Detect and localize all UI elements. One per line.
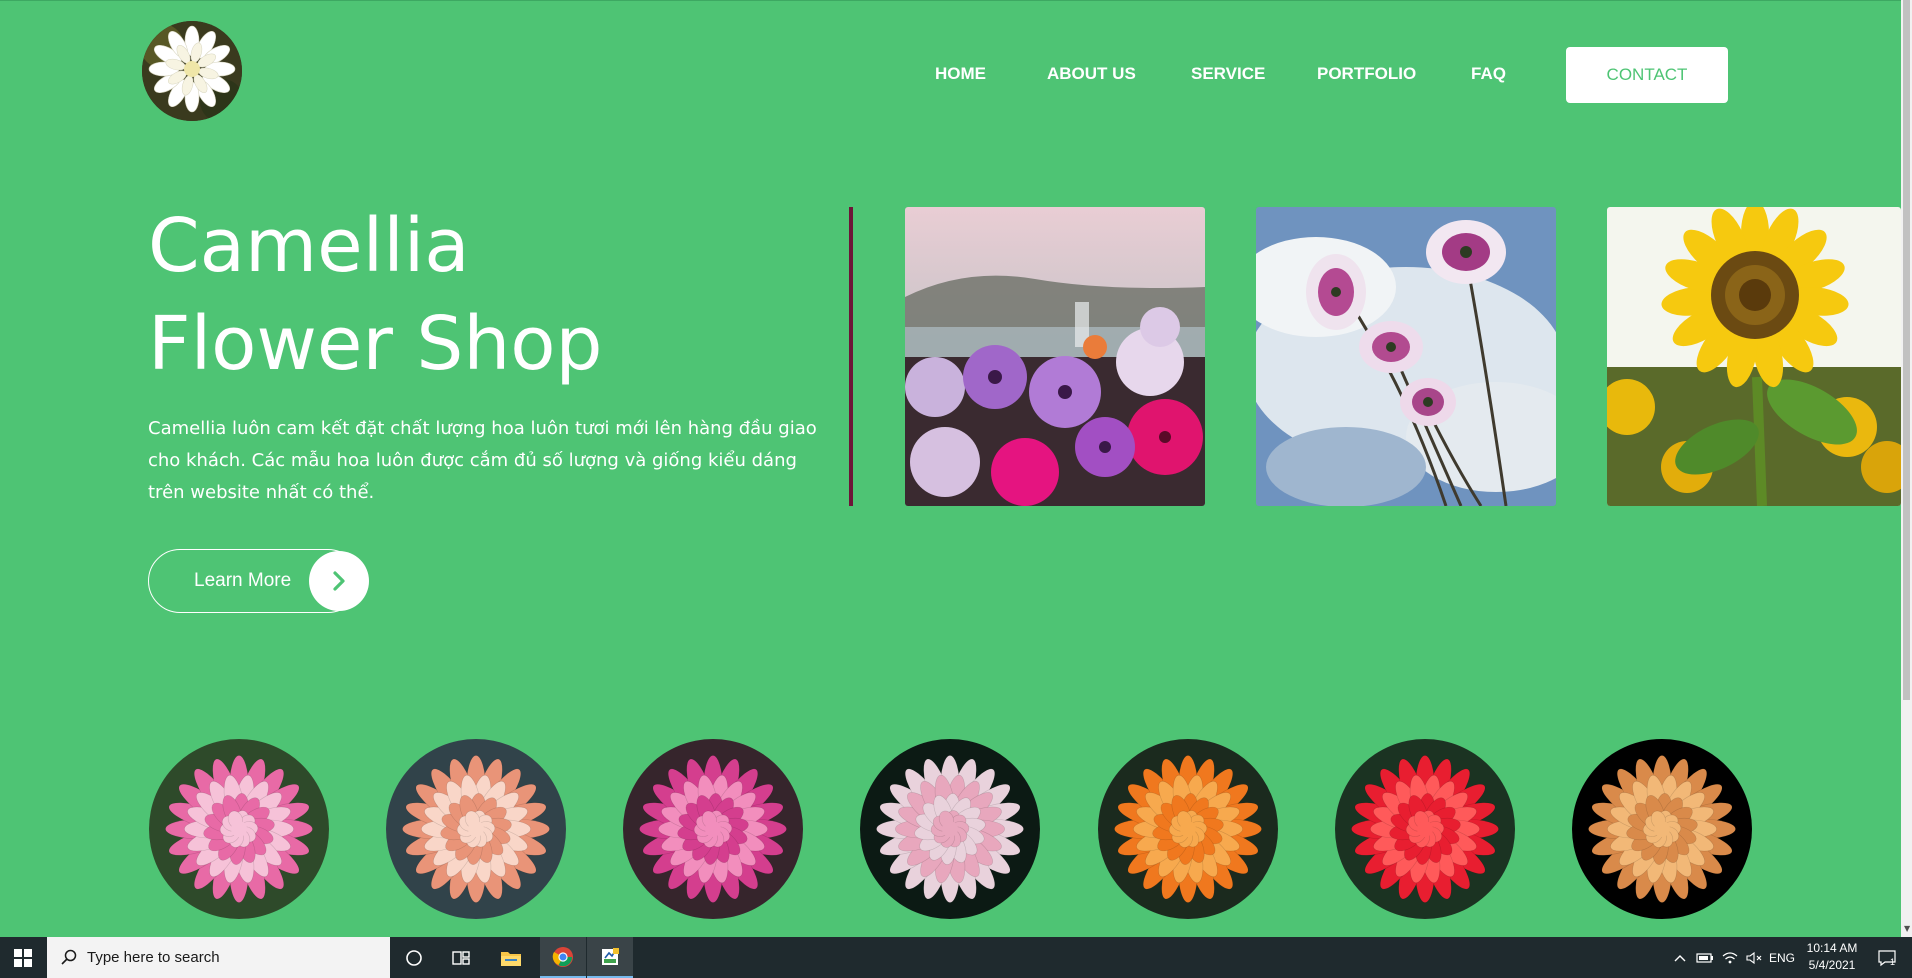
- learn-more-button[interactable]: Learn More: [148, 549, 369, 613]
- hero-description: Camellia luôn cam kết đặt chất lượng hoa…: [148, 418, 817, 503]
- circle-white-dahlia[interactable]: [860, 739, 1040, 919]
- gallery-card-cosmos[interactable]: [1256, 207, 1556, 506]
- browser-viewport: HOME ABOUT US SERVICE PORTFOLIO FAQ CONT…: [0, 0, 1901, 938]
- task-view-icon[interactable]: [439, 937, 485, 978]
- chrome-icon[interactable]: [540, 937, 586, 978]
- clock-date: 5/4/2021: [1808, 958, 1856, 972]
- language-indicator[interactable]: ENG: [1768, 937, 1796, 978]
- search-icon: [61, 949, 77, 965]
- gallery-card-petunias[interactable]: [905, 207, 1205, 506]
- volume-muted-icon[interactable]: [1744, 937, 1764, 978]
- notification-count: 1: [1890, 957, 1896, 967]
- hero-title-line-1: Camellia: [148, 203, 470, 289]
- hero-title: Camellia Flower Shop: [148, 197, 603, 393]
- learn-more-label: Learn More: [194, 570, 292, 591]
- circle-orange-dahlia[interactable]: [1098, 739, 1278, 919]
- nav-portfolio[interactable]: PORTFOLIO: [1317, 47, 1416, 101]
- notification-center-icon[interactable]: 1: [1872, 937, 1902, 978]
- taskbar-clock[interactable]: 10:14 AM 5/4/2021: [1796, 940, 1868, 974]
- search-placeholder: Type here to search: [87, 949, 220, 966]
- contact-button[interactable]: CONTACT: [1566, 47, 1728, 103]
- network-wifi-icon[interactable]: [1720, 937, 1740, 978]
- circle-pink-dahlia[interactable]: [149, 739, 329, 919]
- page-scrollbar[interactable]: ▼: [1901, 0, 1912, 937]
- circle-peach-dahlia[interactable]: [1572, 739, 1752, 919]
- clock-time: 10:14 AM: [1806, 941, 1858, 955]
- gallery-card-partial: [849, 207, 853, 506]
- nav-about-us[interactable]: ABOUT US: [1047, 47, 1136, 101]
- taskbar-search-box[interactable]: Type here to search: [47, 937, 390, 978]
- circle-red-dahlia[interactable]: [1335, 739, 1515, 919]
- battery-icon[interactable]: [1695, 937, 1715, 978]
- scrollbar-thumb[interactable]: [1903, 0, 1910, 700]
- circle-plumeria[interactable]: [386, 739, 566, 919]
- chevron-right-icon: [309, 551, 369, 611]
- windows-start-icon[interactable]: [0, 937, 46, 978]
- shop-logo[interactable]: [142, 21, 242, 121]
- nav-faq[interactable]: FAQ: [1471, 47, 1506, 101]
- gallery-card-sunflower[interactable]: [1607, 207, 1901, 506]
- editor-app-icon[interactable]: [587, 937, 633, 978]
- hero-title-line-2: Flower Shop: [148, 301, 603, 387]
- circle-magenta-dahlia[interactable]: [623, 739, 803, 919]
- scroll-down-icon[interactable]: ▼: [1904, 925, 1910, 933]
- taskbar: Type here to search ENG 10:14 AM 5/4/202…: [0, 937, 1912, 978]
- nav-service[interactable]: SERVICE: [1191, 47, 1265, 101]
- show-hidden-icons-chevron-icon[interactable]: [1672, 937, 1688, 978]
- cortana-icon[interactable]: [391, 937, 437, 978]
- nav-home[interactable]: HOME: [935, 47, 986, 101]
- file-explorer-icon[interactable]: [488, 937, 534, 978]
